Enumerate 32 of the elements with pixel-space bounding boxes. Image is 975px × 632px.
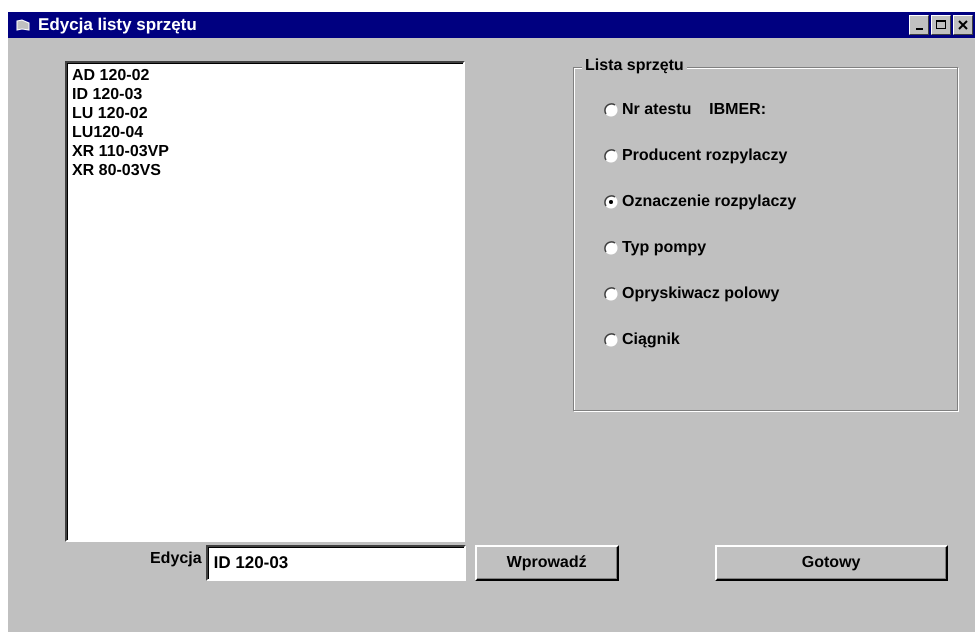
edit-label: Edycja <box>150 550 202 568</box>
maximize-button[interactable] <box>931 15 951 35</box>
list-item[interactable]: LU 120-02 <box>72 104 148 123</box>
radio-label[interactable]: Typ pompy <box>622 239 706 257</box>
window-icon <box>16 19 30 31</box>
radio-label[interactable]: Nr atestu IBMER: <box>622 101 766 119</box>
radio-label[interactable]: Oznaczenie rozpylaczy <box>622 193 796 211</box>
maximize-icon <box>936 20 946 30</box>
window-title: Edycja listy sprzętu <box>38 15 198 35</box>
list-item[interactable]: LU120-04 <box>72 123 144 142</box>
close-icon <box>958 20 968 30</box>
group-title: Lista sprzętu <box>582 57 687 75</box>
done-button[interactable]: Gotowy <box>714 545 948 581</box>
radio-button[interactable] <box>604 103 618 117</box>
enter-button[interactable]: Wprowadź <box>474 545 619 581</box>
radio-button[interactable] <box>604 195 618 209</box>
list-item[interactable]: ID 120-03 <box>72 85 142 104</box>
minimize-icon <box>916 28 922 30</box>
radio-button[interactable] <box>604 241 618 255</box>
edit-field[interactable]: ID 120-03 <box>206 545 466 581</box>
close-button[interactable] <box>953 15 973 35</box>
list-item[interactable]: XR 80-03VS <box>72 161 161 180</box>
radio-button[interactable] <box>604 287 618 301</box>
radio-label[interactable]: Producent rozpylaczy <box>622 147 788 165</box>
minimize-button[interactable] <box>909 15 929 35</box>
radio-label[interactable]: Opryskiwacz polowy <box>622 285 780 303</box>
radio-button[interactable] <box>604 333 618 347</box>
list-item[interactable]: XR 110-03VP <box>72 142 169 161</box>
equipment-listbox[interactable]: AD 120-02 ID 120-03 LU 120-02 LU120-04 XR 110-03VP XR 80-03VS <box>65 61 465 542</box>
radio-label[interactable]: Ciągnik <box>622 331 680 349</box>
radio-button[interactable] <box>604 149 618 163</box>
list-item[interactable]: AD 120-02 <box>72 66 150 85</box>
